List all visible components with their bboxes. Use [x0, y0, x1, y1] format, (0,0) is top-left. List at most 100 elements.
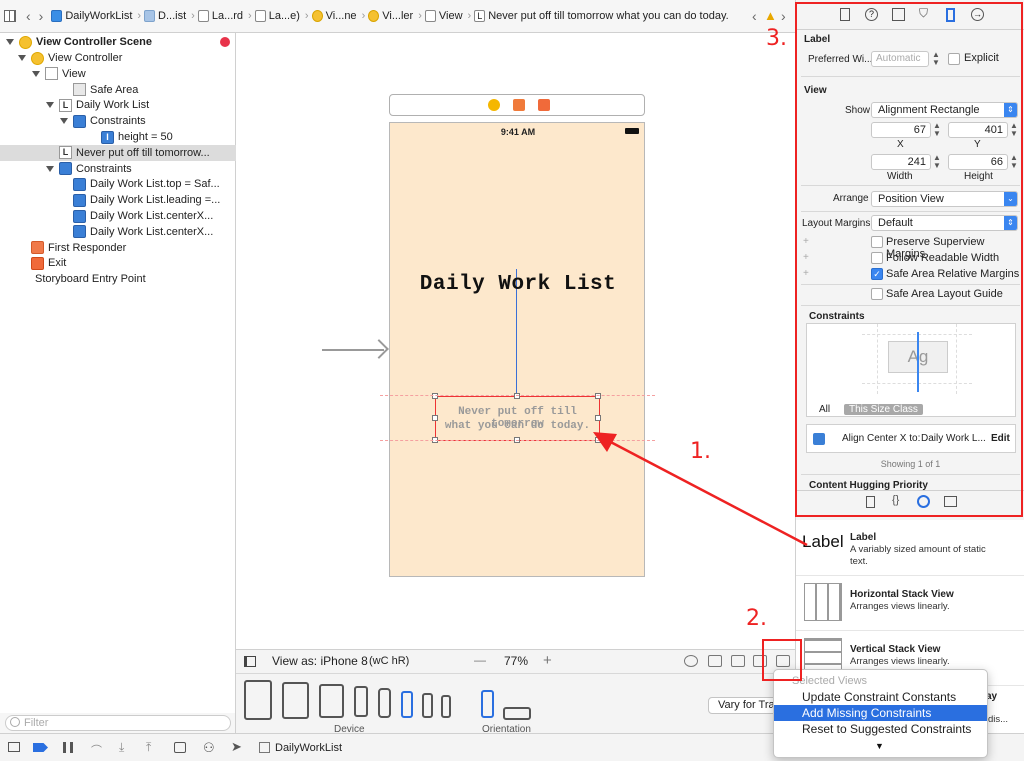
outline-row[interactable]: Exit — [0, 255, 236, 271]
ipad-icon[interactable] — [319, 684, 344, 718]
console-icon[interactable] — [8, 742, 20, 752]
outline-row[interactable]: Iheight = 50 — [0, 129, 236, 145]
iphone-8-plus-icon[interactable] — [354, 686, 368, 717]
resize-handle[interactable] — [432, 393, 438, 399]
annotation-two: 2. — [746, 606, 767, 631]
resize-handle[interactable] — [432, 415, 438, 421]
safe-area-icon — [73, 83, 86, 97]
ipad-pro-12-icon[interactable] — [244, 680, 272, 720]
zoom-in-button[interactable]: + — [543, 652, 552, 669]
outline-row[interactable]: Daily Work List.centerX... — [0, 208, 236, 224]
breadcrumb-base[interactable]: La...e) — [254, 10, 300, 22]
view-debugger-icon[interactable] — [174, 742, 186, 753]
annotation-box-inspector — [795, 2, 1023, 517]
back-arrow-icon[interactable]: ‹ — [752, 8, 757, 24]
disclosure-triangle-icon[interactable] — [18, 55, 26, 61]
step-over-icon[interactable]: ⌒ — [91, 742, 102, 758]
grid-icon[interactable] — [4, 10, 16, 22]
outline-row-label: Constraints — [76, 162, 132, 175]
disclosure-triangle-icon[interactable] — [60, 118, 68, 125]
outline-row[interactable]: L Never put off till tomorrow... — [0, 144, 236, 161]
constraint-icon — [73, 209, 86, 223]
menu-scroll-down-icon[interactable]: ▼ — [875, 741, 884, 751]
location-icon[interactable]: ➤ — [231, 739, 242, 755]
alignment-guide — [380, 395, 655, 396]
landscape-icon[interactable] — [503, 707, 531, 720]
first-responder-icon[interactable] — [513, 99, 525, 111]
back-arrow-icon[interactable]: ‹ — [26, 8, 31, 24]
embed-in-stack-icon[interactable] — [684, 655, 698, 667]
forward-arrow-icon[interactable]: › — [39, 8, 44, 24]
view-icon — [45, 67, 58, 81]
library-item-description-partial: dis... — [988, 714, 1009, 725]
pause-icon[interactable] — [63, 742, 73, 753]
breakpoint-icon[interactable] — [33, 743, 48, 752]
menu-item[interactable]: Reset to Suggested Constraints — [774, 721, 987, 737]
disclosure-triangle-icon[interactable] — [32, 70, 40, 77]
folder-icon — [144, 10, 156, 22]
step-in-icon[interactable]: ⤓ — [119, 740, 124, 755]
view-controller-icon — [31, 51, 44, 65]
view-as-label[interactable]: View as: iPhone 8 — [272, 654, 368, 668]
outline-row[interactable]: First Responder — [0, 240, 236, 256]
disclosure-triangle-icon[interactable] — [46, 165, 54, 172]
disclosure-triangle-icon[interactable] — [46, 102, 54, 109]
filter-icon — [10, 717, 20, 727]
ipad-pro-10-icon[interactable] — [282, 682, 309, 719]
outline-row[interactable]: Daily Work List.centerX... — [0, 224, 236, 240]
breadcrumb-label: La...e) — [268, 10, 300, 22]
menu-item[interactable]: Add Missing Constraints — [774, 705, 987, 721]
warning-icon[interactable]: ▲ — [764, 8, 777, 23]
label-icon: L — [59, 146, 72, 160]
breadcrumb-view[interactable]: View — [424, 10, 463, 22]
resize-handle[interactable] — [514, 393, 520, 399]
toggle-outline-icon[interactable] — [244, 656, 256, 667]
quote-label[interactable]: Never put off till tomorrow what you can… — [432, 393, 601, 443]
portrait-icon[interactable] — [481, 690, 494, 718]
iphone-8-icon[interactable] — [401, 691, 413, 718]
scheme-label[interactable]: DailyWorkList — [275, 742, 342, 754]
menu-item[interactable]: Update Constraint Constants — [774, 689, 987, 705]
filter-input[interactable]: Filter — [5, 715, 231, 731]
constraints-icon — [59, 162, 72, 176]
label-icon: L — [59, 98, 72, 112]
breadcrumb-project[interactable]: DailyWorkList — [51, 10, 132, 22]
canvas-bottom-bar: View as: iPhone 8 (wC hR) — 77% + — [236, 649, 795, 673]
library-item[interactable]: Label Label A variably sized amount of sta… — [796, 522, 1024, 576]
breadcrumb-label: Vi...ne — [325, 10, 357, 22]
resize-handle[interactable] — [595, 393, 601, 399]
iphone-se-icon[interactable] — [422, 693, 433, 718]
outline-row[interactable]: View — [0, 66, 236, 82]
forward-arrow-icon[interactable]: › — [781, 8, 786, 24]
outline-row[interactable]: Daily Work List.top = Saf... — [0, 176, 236, 192]
library-item[interactable]: Horizontal Stack View Arranges views line… — [796, 577, 1024, 631]
step-out-icon[interactable]: ⤒ — [146, 740, 151, 755]
outline-row-label: Daily Work List.centerX... — [90, 225, 214, 238]
stack-view-icon[interactable] — [731, 655, 745, 667]
daily-work-list-label[interactable]: Daily Work List — [390, 273, 646, 296]
memory-graph-icon[interactable]: ⚇ — [203, 740, 215, 756]
breadcrumb-scene[interactable]: Vi...ne — [311, 10, 357, 22]
update-frames-icon[interactable] — [708, 655, 722, 667]
outline-row[interactable]: Daily Work List.leading =... — [0, 192, 236, 208]
outline-row[interactable]: Storyboard Entry Point — [0, 271, 236, 287]
view-controller-icon[interactable] — [488, 99, 500, 111]
exit-icon[interactable] — [538, 99, 550, 111]
outline-row[interactable]: L Daily Work List — [0, 97, 236, 113]
zoom-out-button[interactable]: — — [474, 653, 486, 667]
breadcrumb-folder[interactable]: D...ist — [144, 10, 186, 22]
constraint-icon — [73, 193, 86, 207]
disclosure-triangle-icon[interactable] — [6, 39, 14, 45]
breadcrumb-label-item[interactable]: L Never put off till tomorrow what you ca… — [474, 10, 729, 22]
breadcrumb-controller[interactable]: Vi...ler — [368, 10, 413, 22]
outline-row[interactable]: Safe Area — [0, 82, 236, 98]
iphone-x-icon[interactable] — [378, 688, 391, 718]
iphone-4s-icon[interactable] — [441, 695, 451, 718]
scene-close-icon[interactable] — [220, 37, 230, 47]
outline-row-label: Never put off till tomorrow... — [76, 146, 210, 159]
outline-row[interactable]: View Controller — [0, 50, 236, 66]
outline-scene-row[interactable]: View Controller Scene — [0, 34, 236, 50]
breadcrumb-storyboard[interactable]: La...rd — [197, 10, 243, 22]
outline-row[interactable]: Constraints — [0, 113, 236, 129]
outline-row[interactable]: Constraints — [0, 161, 236, 177]
